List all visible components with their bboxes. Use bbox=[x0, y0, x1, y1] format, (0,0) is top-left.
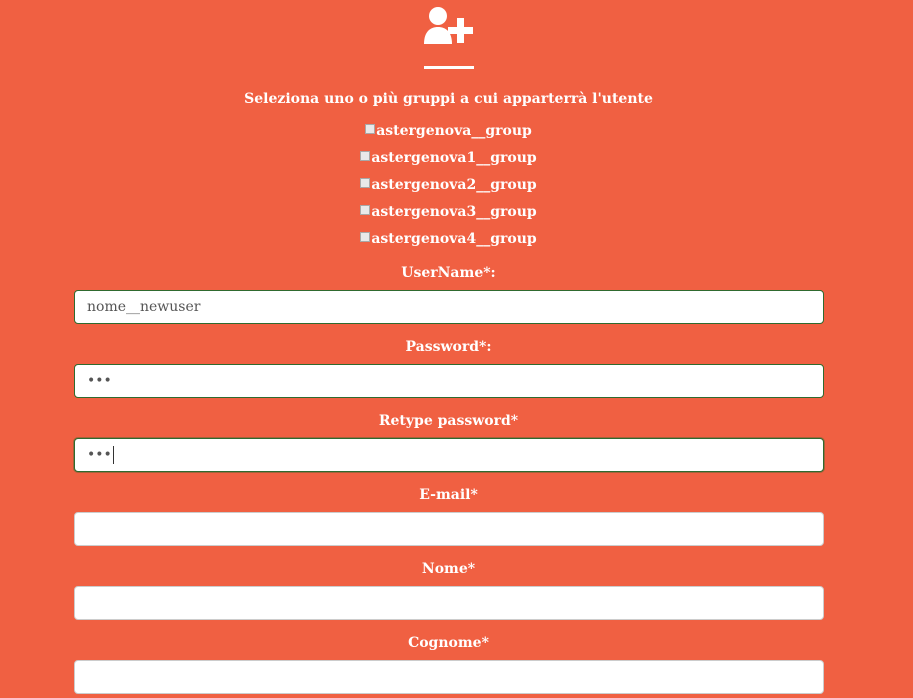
nome-input[interactable] bbox=[74, 586, 824, 620]
retype-password-value: ••• bbox=[87, 447, 112, 463]
retype-password-input[interactable]: ••• bbox=[74, 438, 824, 472]
cognome-label: Cognome* bbox=[408, 635, 489, 651]
username-value: nome__newuser bbox=[87, 299, 201, 315]
group-checkbox[interactable] bbox=[360, 177, 371, 188]
header-divider bbox=[424, 66, 474, 69]
group-checkbox[interactable] bbox=[360, 150, 371, 161]
password-label: Password*: bbox=[405, 339, 492, 355]
email-label: E-mail* bbox=[419, 487, 478, 503]
group-item[interactable]: astergenova4__group bbox=[0, 225, 897, 252]
group-item[interactable]: astergenova2__group bbox=[0, 171, 897, 198]
nome-label: Nome* bbox=[421, 561, 476, 577]
username-input[interactable]: nome__newuser bbox=[74, 290, 824, 324]
group-list: astergenova__group astergenova1__group a… bbox=[0, 117, 897, 252]
username-label: UserName*: bbox=[401, 265, 496, 281]
group-item[interactable]: astergenova__group bbox=[0, 117, 897, 144]
cognome-input[interactable] bbox=[74, 660, 824, 694]
group-checkbox[interactable] bbox=[365, 123, 376, 134]
text-caret bbox=[112, 446, 114, 464]
group-checkbox[interactable] bbox=[360, 204, 371, 215]
groups-title: Seleziona uno o più gruppi a cui apparte… bbox=[244, 91, 653, 107]
group-item[interactable]: astergenova1__group bbox=[0, 144, 897, 171]
group-label[interactable]: astergenova1__group bbox=[371, 150, 536, 166]
group-item[interactable]: astergenova3__group bbox=[0, 198, 897, 225]
add-user-page: Seleziona uno o più gruppi a cui apparte… bbox=[0, 0, 913, 698]
group-checkbox[interactable] bbox=[360, 231, 371, 242]
add-user-icon bbox=[424, 7, 473, 44]
group-label[interactable]: astergenova3__group bbox=[371, 204, 536, 220]
password-value: ••• bbox=[87, 373, 112, 389]
group-label[interactable]: astergenova2__group bbox=[371, 177, 536, 193]
group-label[interactable]: astergenova4__group bbox=[371, 231, 536, 247]
retype-password-label: Retype password* bbox=[378, 413, 519, 429]
group-label[interactable]: astergenova__group bbox=[376, 123, 532, 139]
email-input[interactable] bbox=[74, 512, 824, 546]
password-input[interactable]: ••• bbox=[74, 364, 824, 398]
